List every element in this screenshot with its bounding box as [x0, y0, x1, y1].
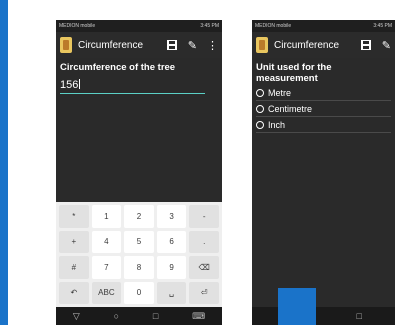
divider — [256, 116, 391, 117]
key-dot[interactable]: . — [189, 230, 219, 253]
app-bar: Circumference ✎ — [252, 32, 395, 58]
app-title: Circumference — [78, 39, 144, 51]
key-asterisk[interactable]: * — [59, 205, 89, 228]
app-title: Circumference — [274, 39, 340, 51]
space-key[interactable]: ␣ — [156, 281, 187, 304]
radio-unselected-icon — [256, 89, 264, 97]
app-bar: Circumference ✎ ⋮ — [56, 32, 222, 58]
clipboard-icon — [256, 37, 268, 53]
edit-icon[interactable]: ✎ — [382, 39, 391, 52]
content-area: Unit used for the measurement Metre Cent… — [252, 58, 395, 140]
numeric-keyboard: * 1 2 3 - + 4 5 6 . # 7 8 9 ⌫ ↶ ABC 0 ␣ … — [56, 202, 222, 307]
save-icon[interactable] — [360, 39, 372, 51]
content-area: Circumference of the tree 156 — [56, 58, 222, 98]
app-actions: ✎ ⋮ — [166, 39, 218, 52]
overflow-menu-icon[interactable]: ⋮ — [207, 39, 218, 52]
nav-keyboard-icon[interactable]: ⌨ — [192, 311, 205, 322]
key-9[interactable]: 9 — [156, 256, 187, 279]
unit-option-metre[interactable]: Metre — [256, 88, 391, 98]
radio-unselected-icon — [256, 105, 264, 113]
nav-recent-icon[interactable]: □ — [153, 311, 158, 321]
key-7[interactable]: 7 — [91, 256, 122, 279]
app-actions: ✎ — [360, 39, 391, 52]
unit-option-label: Metre — [268, 88, 292, 98]
save-icon[interactable] — [166, 39, 178, 51]
circumference-input[interactable]: 156 — [60, 77, 205, 94]
abc-key[interactable]: ABC — [91, 281, 122, 304]
unit-option-inch[interactable]: Inch — [256, 120, 391, 130]
undo-key[interactable]: ↶ — [59, 281, 89, 304]
divider — [256, 132, 391, 133]
key-3[interactable]: 3 — [156, 205, 187, 228]
clipboard-icon — [60, 37, 72, 53]
nav-recent-icon[interactable]: □ — [357, 311, 362, 321]
left-accent-bar — [0, 0, 8, 325]
section-title: Unit used for the measurement — [256, 62, 332, 84]
phone-screen-circumference-input: MEDION mobile 3:45 PM Circumference ✎ ⋮ … — [56, 20, 222, 325]
key-5[interactable]: 5 — [124, 230, 154, 253]
divider — [256, 100, 391, 101]
phone-screen-unit-selection: MEDION mobile 3:45 PM Circumference ✎ Un… — [252, 20, 395, 325]
backspace-key[interactable]: ⌫ — [189, 256, 219, 279]
nav-home-icon[interactable]: ○ — [114, 311, 119, 321]
bottom-accent-block — [278, 288, 316, 325]
status-time: 3:45 PM — [373, 23, 392, 29]
key-hash[interactable]: # — [59, 256, 89, 279]
key-4[interactable]: 4 — [91, 230, 122, 253]
status-bar: MEDION mobile 3:45 PM — [56, 20, 222, 32]
status-time: 3:45 PM — [200, 23, 219, 29]
status-bar: MEDION mobile 3:45 PM — [252, 20, 395, 32]
unit-option-centimetre[interactable]: Centimetre — [256, 104, 391, 114]
unit-option-label: Centimetre — [268, 104, 313, 114]
nav-back-icon[interactable]: ▽ — [73, 311, 80, 322]
circumference-value: 156 — [60, 79, 79, 91]
key-2[interactable]: 2 — [124, 205, 154, 228]
key-1[interactable]: 1 — [91, 205, 122, 228]
text-caret — [79, 79, 81, 89]
enter-key[interactable]: ⏎ — [189, 281, 219, 304]
key-0[interactable]: 0 — [124, 281, 154, 304]
radio-unselected-icon — [256, 121, 264, 129]
android-navbar: ○ □ — [252, 307, 395, 325]
key-8[interactable]: 8 — [124, 256, 154, 279]
status-carrier: MEDION mobile — [255, 23, 292, 29]
status-carrier: MEDION mobile — [59, 23, 96, 29]
key-minus[interactable]: - — [189, 205, 219, 228]
section-title: Circumference of the tree — [60, 62, 176, 73]
android-navbar: ▽ ○ □ ⌨ — [56, 307, 222, 325]
edit-icon[interactable]: ✎ — [188, 39, 197, 52]
unit-option-label: Inch — [268, 120, 286, 130]
key-6[interactable]: 6 — [156, 230, 187, 253]
key-plus[interactable]: + — [59, 230, 89, 253]
